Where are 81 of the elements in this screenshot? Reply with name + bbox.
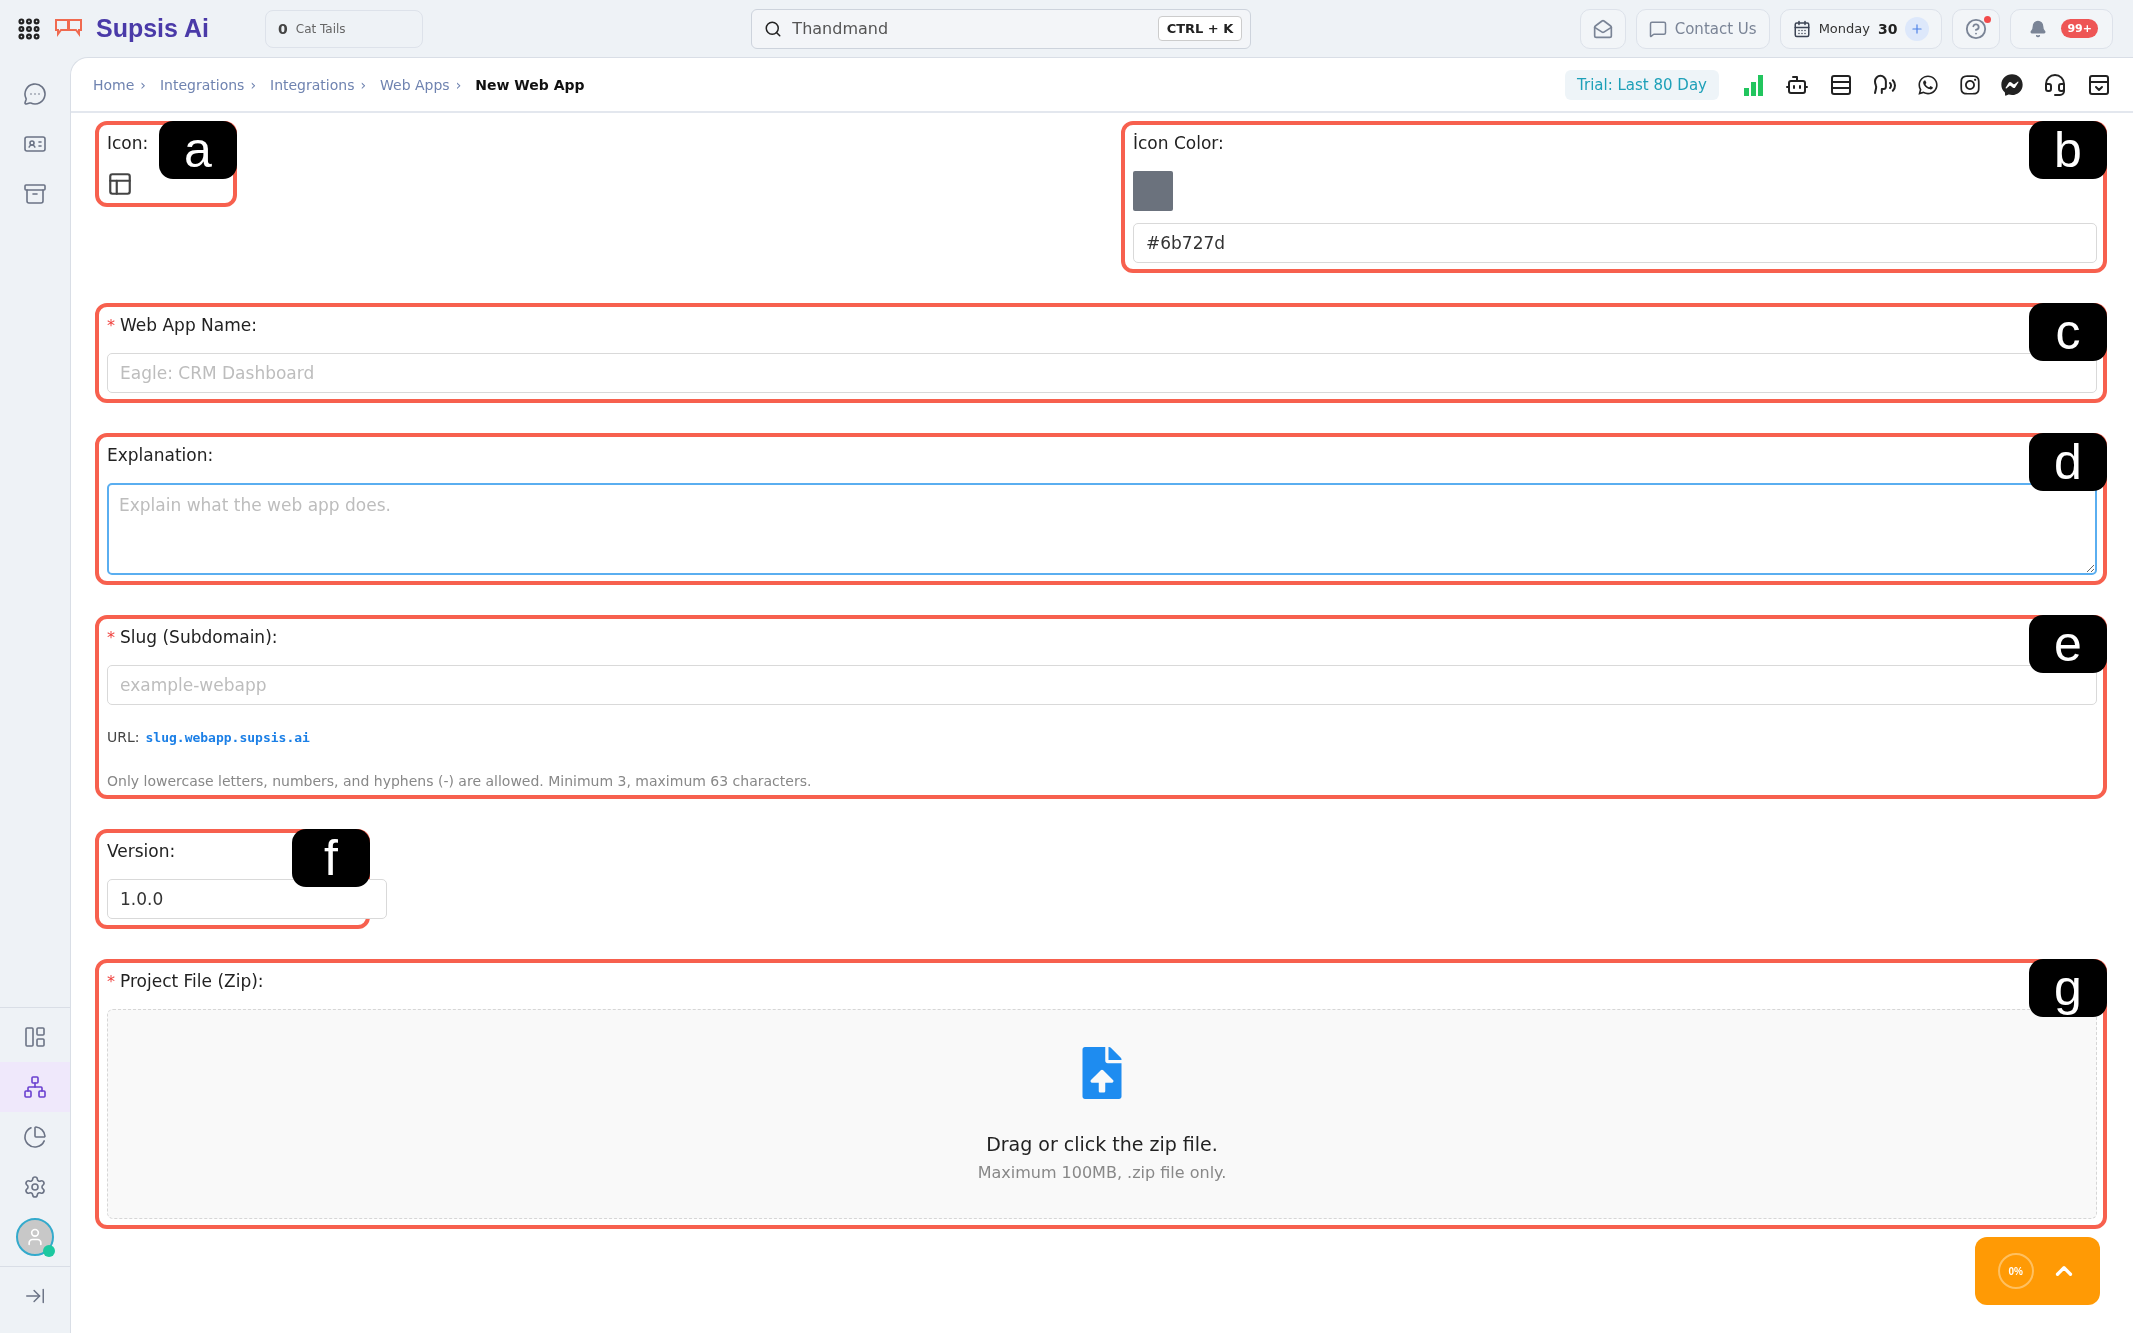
callout-label: a bbox=[159, 121, 237, 179]
bell-icon bbox=[2029, 19, 2048, 38]
add-icon[interactable] bbox=[1905, 16, 1930, 41]
reports-icon bbox=[23, 1125, 47, 1149]
url-link[interactable]: slug.webapp.supsis.ai bbox=[145, 730, 310, 745]
field-label: Web App Name: bbox=[120, 315, 257, 335]
progress-widget[interactable]: 0% bbox=[1975, 1237, 2100, 1305]
callout-label: e bbox=[2029, 615, 2107, 673]
brand-name: Supsis Ai bbox=[96, 14, 209, 43]
date-number: 30 bbox=[1877, 20, 1898, 37]
notifications-button[interactable]: 99+ bbox=[2010, 8, 2113, 49]
field-label: Slug (Subdomain): bbox=[120, 627, 278, 647]
upload-subtitle: Maximum 100MB, .zip file only. bbox=[977, 1162, 1227, 1182]
breadcrumb-link[interactable]: Integrations bbox=[159, 76, 245, 93]
list-icon[interactable] bbox=[1829, 72, 1853, 97]
breadcrumb-separator: › bbox=[140, 76, 146, 93]
slug-input[interactable]: example-webapp bbox=[107, 665, 2097, 705]
hint-text: Only lowercase letters, numbers, and hyphens (-) are allowed. Minimum 3, maximum 63 characters. bbox=[107, 773, 813, 789]
settings-icon bbox=[23, 1175, 47, 1199]
required-marker: * bbox=[107, 628, 115, 647]
apps-grid-icon[interactable] bbox=[16, 15, 42, 42]
camera-icon[interactable] bbox=[1959, 73, 1981, 96]
progress-ring: 0% bbox=[1997, 1253, 2034, 1289]
search-icon bbox=[764, 19, 783, 38]
mail-button[interactable] bbox=[1579, 8, 1626, 49]
counter-chip[interactable]: 0 Cat Tails bbox=[265, 9, 423, 48]
chat-icon bbox=[23, 82, 47, 106]
callout-label: c bbox=[2029, 303, 2107, 361]
text-input[interactable]: Eagle: CRM Dashboard bbox=[107, 353, 2097, 393]
search-field[interactable]: Thandmand CTRL + K bbox=[751, 8, 1252, 49]
messenger-icon[interactable] bbox=[2001, 73, 2023, 96]
color-swatch[interactable] bbox=[1133, 171, 1173, 211]
breadcrumb-link[interactable]: New Web App bbox=[475, 76, 585, 93]
calendar-icon bbox=[1792, 19, 1811, 38]
layout-icon bbox=[23, 1025, 47, 1049]
search-value: Thandmand bbox=[792, 19, 890, 38]
breadcrumb-separator: › bbox=[250, 76, 256, 93]
breadcrumb-link[interactable]: Web Apps bbox=[380, 76, 450, 93]
callout-label: b bbox=[2029, 121, 2107, 179]
date-day: Monday bbox=[1818, 21, 1870, 36]
help-icon bbox=[1965, 17, 1988, 40]
mail-icon bbox=[1592, 18, 1613, 39]
required-marker: * bbox=[107, 972, 115, 991]
signal-icon bbox=[1743, 73, 1765, 96]
phone-chat-icon[interactable] bbox=[1917, 73, 1939, 96]
breadcrumb-link[interactable]: Home bbox=[93, 76, 135, 93]
field-label: Icon: bbox=[107, 133, 149, 153]
trial-badge: Trial: Last 80 Day bbox=[1565, 69, 1719, 100]
window-icon[interactable] bbox=[2087, 72, 2111, 97]
callout-label: d bbox=[2029, 433, 2107, 491]
speaking-person-icon[interactable] bbox=[1873, 72, 1897, 97]
shortcut-key: CTRL + K bbox=[1157, 16, 1243, 41]
help-button[interactable] bbox=[1952, 8, 2001, 49]
callout-label: g bbox=[2029, 959, 2107, 1017]
contact-us-button[interactable]: Contact Us bbox=[1635, 8, 1770, 49]
url-label: URL: bbox=[107, 729, 140, 745]
field-label: Version: bbox=[107, 841, 176, 861]
breadcrumb-separator: › bbox=[455, 76, 462, 93]
inbox-icon bbox=[23, 182, 47, 206]
headset-icon[interactable] bbox=[2043, 72, 2067, 97]
sidebar-item[interactable] bbox=[0, 1062, 70, 1112]
color-input[interactable]: #6b727d bbox=[1133, 223, 2097, 263]
field-label: Explanation: bbox=[107, 445, 214, 465]
explanation-textarea[interactable]: Explain what the web app does. bbox=[107, 483, 2097, 575]
integrations-icon bbox=[23, 1075, 47, 1099]
field-label: İcon Color: bbox=[1133, 133, 1224, 153]
web-app-icon[interactable] bbox=[107, 171, 133, 197]
breadcrumb-link[interactable]: Integrations bbox=[270, 76, 355, 93]
field-label: Project File (Zip): bbox=[120, 971, 264, 991]
version-input[interactable]: 1.0.0 bbox=[107, 879, 387, 919]
notification-count: 99+ bbox=[2061, 19, 2098, 38]
chat-icon bbox=[1648, 19, 1667, 38]
counter-label: Cat Tails bbox=[295, 21, 346, 36]
counter-value: 0 bbox=[278, 20, 288, 37]
date-button[interactable]: Monday 30 bbox=[1779, 8, 1943, 49]
callout-label: f bbox=[292, 829, 370, 887]
user-icon bbox=[25, 1227, 45, 1247]
breadcrumb-separator: › bbox=[360, 76, 367, 93]
user-avatar[interactable] bbox=[16, 1218, 54, 1256]
required-marker: * bbox=[107, 316, 115, 335]
upload-title: Drag or click the zip file. bbox=[986, 1132, 1218, 1155]
